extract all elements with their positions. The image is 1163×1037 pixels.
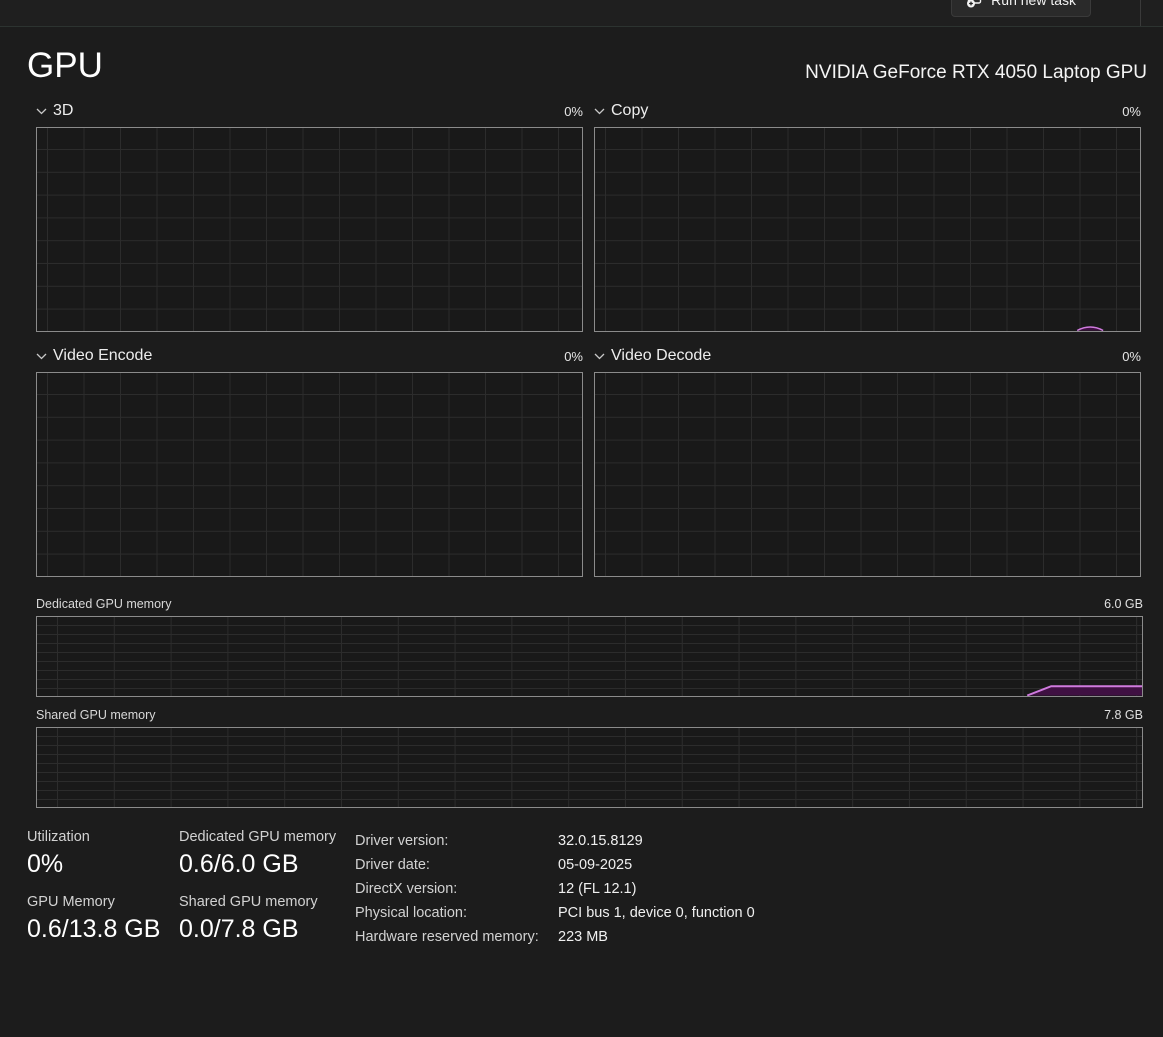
chart-shared-memory[interactable] xyxy=(36,727,1143,808)
driver-details: Driver version: 32.0.15.8129 Driver date… xyxy=(355,829,755,949)
hardware-reserved-memory-label: Hardware reserved memory: xyxy=(355,929,539,945)
chart-header-video-decode: Video Decode 0% xyxy=(594,346,1141,366)
task-manager-gpu-page: Run new task GPU NVIDIA GeForce RTX 4050… xyxy=(0,0,1163,1037)
physical-location-value: PCI bus 1, device 0, function 0 xyxy=(558,905,755,921)
chart-utilization-copy: 0% xyxy=(1122,103,1141,119)
physical-location-label: Physical location: xyxy=(355,905,468,921)
dedicated-memory-stat-label: Dedicated GPU memory xyxy=(179,829,337,845)
gpu-memory-stat-value: 0.6/13.8 GB xyxy=(27,915,161,943)
chart-utilization-video-encode: 0% xyxy=(564,348,583,364)
chart-utilization-video-decode: 0% xyxy=(1122,348,1141,364)
driver-version-value: 32.0.15.8129 xyxy=(558,833,643,849)
run-new-task-button[interactable]: Run new task xyxy=(951,0,1091,17)
chart-label-3d: 3D xyxy=(53,102,74,119)
shared-memory-stat-label: Shared GPU memory xyxy=(179,894,318,910)
gpu-memory-stat-label: GPU Memory xyxy=(27,894,115,910)
chart-video-decode[interactable] xyxy=(594,372,1141,577)
page-title: GPU xyxy=(27,46,103,85)
driver-date-label: Driver date: xyxy=(355,857,430,873)
gpu-name: NVIDIA GeForce RTX 4050 Laptop GPU xyxy=(805,62,1147,83)
shared-memory-label: Shared GPU memory xyxy=(36,708,156,722)
chevron-down-icon[interactable] xyxy=(594,108,605,115)
directx-version-value: 12 (FL 12.1) xyxy=(558,881,637,897)
toolbar-divider xyxy=(1140,0,1141,26)
dedicated-memory-label: Dedicated GPU memory xyxy=(36,597,172,611)
chart-utilization-3d: 0% xyxy=(564,103,583,119)
utilization-stat-label: Utilization xyxy=(27,829,90,845)
chart-dedicated-memory[interactable] xyxy=(36,616,1143,697)
dedicated-memory-scale: 6.0 GB xyxy=(1104,597,1143,611)
chart-label-copy: Copy xyxy=(611,102,649,119)
chart-header-3d: 3D 0% xyxy=(36,101,583,121)
chevron-down-icon[interactable] xyxy=(36,353,47,360)
chevron-down-icon[interactable] xyxy=(594,353,605,360)
driver-date-value: 05-09-2025 xyxy=(558,857,633,873)
chart-header-video-encode: Video Encode 0% xyxy=(36,346,583,366)
run-new-task-label: Run new task xyxy=(991,0,1076,8)
dedicated-memory-header: Dedicated GPU memory 6.0 GB xyxy=(36,596,1143,612)
driver-version-label: Driver version: xyxy=(355,833,449,849)
chart-header-copy: Copy 0% xyxy=(594,101,1141,121)
chart-label-video-encode: Video Encode xyxy=(53,347,153,364)
shared-memory-stat-value: 0.0/7.8 GB xyxy=(179,915,299,943)
chart-label-video-decode: Video Decode xyxy=(611,347,712,364)
dedicated-memory-stat-value: 0.6/6.0 GB xyxy=(179,850,299,878)
toolbar: Run new task xyxy=(0,0,1163,27)
shared-memory-header: Shared GPU memory 7.8 GB xyxy=(36,707,1143,723)
hardware-reserved-memory-value: 223 MB xyxy=(558,929,608,945)
utilization-stat-value: 0% xyxy=(27,850,64,878)
chevron-down-icon[interactable] xyxy=(36,108,47,115)
chart-video-encode[interactable] xyxy=(36,372,583,577)
run-new-task-icon xyxy=(966,0,982,8)
chart-copy[interactable] xyxy=(594,127,1141,332)
chart-3d[interactable] xyxy=(36,127,583,332)
directx-version-label: DirectX version: xyxy=(355,881,458,897)
shared-memory-scale: 7.8 GB xyxy=(1104,708,1143,722)
